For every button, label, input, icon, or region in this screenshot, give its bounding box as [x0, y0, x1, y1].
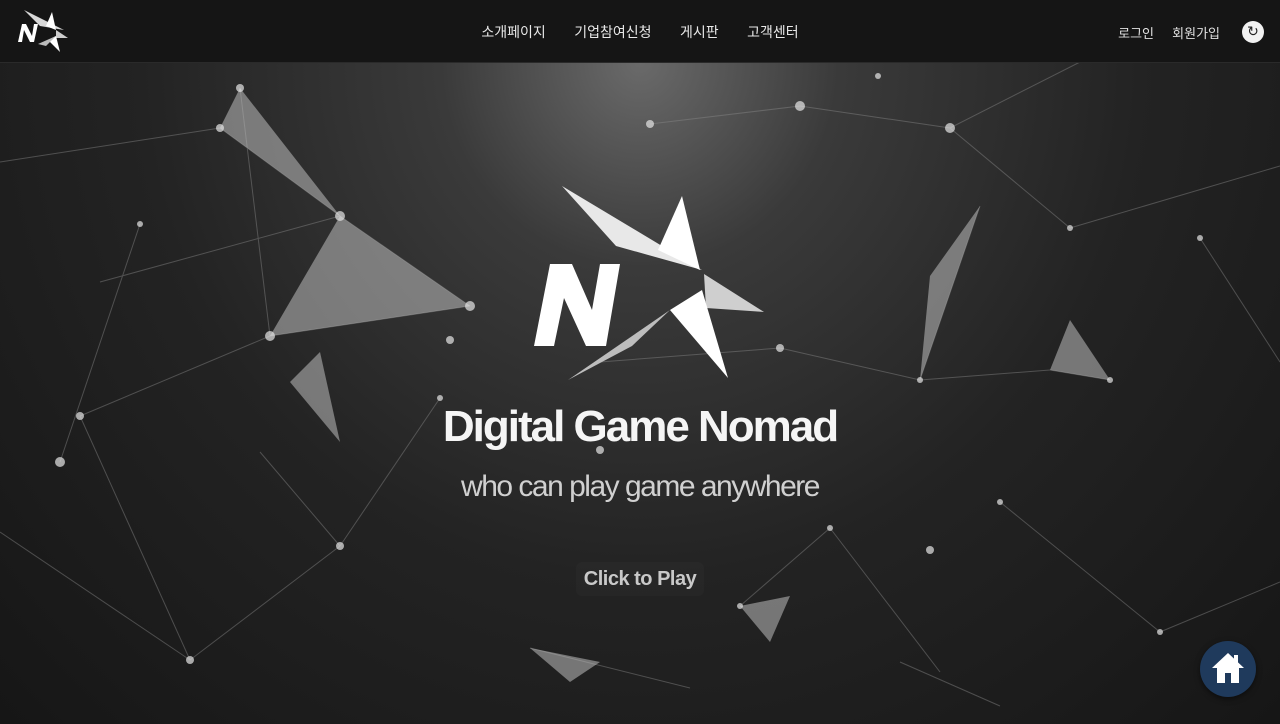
top-navigation-bar: 소개페이지 기업참여신청 게시판 고객센터 로그인 회원가입 ↻ [0, 0, 1280, 63]
hero-section: Digital Game Nomad who can play game any… [0, 62, 1280, 724]
nav-link-intro[interactable]: 소개페이지 [481, 22, 545, 42]
network-background [0, 62, 1280, 707]
hero-title: Digital Game Nomad [442, 402, 839, 451]
hero-logo [534, 186, 764, 380]
nav-link-support[interactable]: 고객센터 [747, 22, 799, 42]
click-to-play-button[interactable]: Click to Play [576, 562, 704, 596]
signup-link[interactable]: 회원가입 [1172, 27, 1220, 42]
hero-subtitle: who can play game anywhere [461, 470, 820, 503]
login-link[interactable]: 로그인 [1118, 27, 1154, 42]
nav-link-company-apply[interactable]: 기업참여신청 [574, 22, 651, 42]
main-nav: 소개페이지 기업참여신청 게시판 고객센터 [0, 22, 1280, 42]
home-icon [1212, 653, 1244, 683]
home-button[interactable] [1200, 641, 1256, 697]
nav-link-board[interactable]: 게시판 [680, 22, 719, 42]
refresh-icon[interactable]: ↻ [1242, 21, 1264, 43]
auth-links: 로그인 회원가입 [1104, 23, 1220, 42]
